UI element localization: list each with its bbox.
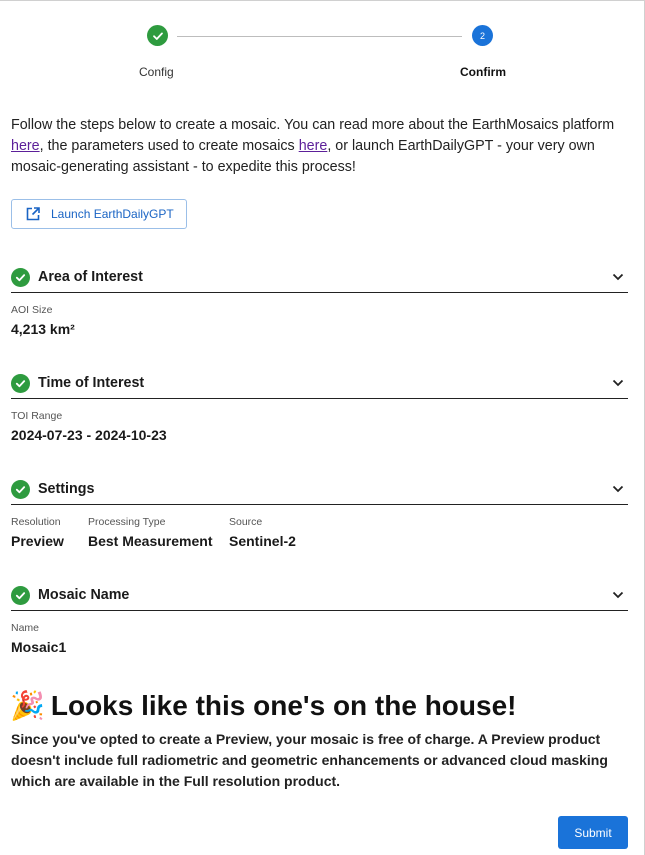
intro-text: Follow the steps below to create a mosai…	[11, 115, 631, 178]
toi-range-value: 2024-07-23 - 2024-10-23	[11, 427, 167, 443]
processing-type-label: Processing Type	[88, 516, 166, 528]
source-field: Source Sentinel-2	[229, 516, 296, 549]
toi-range-field: TOI Range 2024-07-23 - 2024-10-23	[11, 410, 167, 443]
section-mosaic-name-header[interactable]: Mosaic Name	[11, 580, 628, 611]
launch-button-label: Launch EarthDailyGPT	[51, 207, 174, 221]
free-preview-heading: 🎉 Looks like this one's on the house!	[10, 689, 516, 722]
free-preview-description: Since you've opted to create a Preview, …	[11, 731, 608, 789]
aoi-size-value: 4,213 km²	[11, 321, 75, 337]
mosaic-name-value: Mosaic1	[11, 639, 67, 655]
section-mosaic-name-title: Mosaic Name	[38, 587, 130, 603]
chevron-down-icon[interactable]	[612, 485, 624, 493]
source-label: Source	[229, 516, 263, 528]
free-preview-title: Looks like this one's on the house!	[50, 689, 517, 721]
chevron-down-icon[interactable]	[612, 591, 624, 599]
stepper: 2 Config Confirm	[0, 1, 645, 91]
check-circle-icon	[11, 585, 30, 605]
processing-type-value: Best Measurement	[88, 533, 213, 549]
section-settings-header[interactable]: Settings	[11, 474, 628, 505]
aoi-size-label: AOI Size	[11, 304, 53, 316]
source-value: Sentinel-2	[229, 533, 296, 549]
section-aoi-title: Area of Interest	[38, 269, 143, 285]
party-popper-icon: 🎉	[10, 690, 45, 721]
mosaic-name-field: Name Mosaic1	[11, 622, 66, 655]
resolution-label: Resolution	[11, 516, 61, 528]
section-settings-title: Settings	[38, 481, 95, 497]
platform-docs-link[interactable]: here	[11, 138, 40, 154]
intro-part2: , the parameters used to create mosaics	[39, 138, 299, 154]
processing-type-field: Processing Type Best Measurement	[88, 516, 213, 549]
mosaic-name-label: Name	[11, 622, 40, 634]
step-config-complete-icon[interactable]	[147, 25, 168, 46]
check-circle-icon	[11, 479, 30, 499]
submit-button[interactable]: Submit	[558, 816, 628, 849]
section-toi-title: Time of Interest	[38, 375, 145, 391]
step-confirm-number[interactable]: 2	[472, 25, 493, 46]
toi-range-label: TOI Range	[11, 410, 63, 422]
check-circle-icon	[11, 267, 30, 287]
resolution-field: Resolution Preview	[11, 516, 64, 549]
step-config-label[interactable]: Config	[139, 65, 174, 79]
launch-earthdailygpt-button[interactable]: Launch EarthDailyGPT	[11, 199, 187, 229]
open-external-icon	[26, 207, 40, 221]
section-toi-header[interactable]: Time of Interest	[11, 368, 628, 399]
section-aoi-header[interactable]: Area of Interest	[11, 262, 628, 293]
chevron-down-icon[interactable]	[612, 379, 624, 387]
step-confirm-label[interactable]: Confirm	[460, 65, 506, 79]
check-circle-icon	[11, 373, 30, 393]
aoi-size-field: AOI Size 4,213 km²	[11, 304, 75, 337]
parameters-docs-link[interactable]: here	[299, 138, 328, 154]
chevron-down-icon[interactable]	[612, 273, 624, 281]
resolution-value: Preview	[11, 533, 64, 549]
intro-part1: Follow the steps below to create a mosai…	[11, 117, 615, 133]
stepper-connector	[177, 36, 462, 37]
